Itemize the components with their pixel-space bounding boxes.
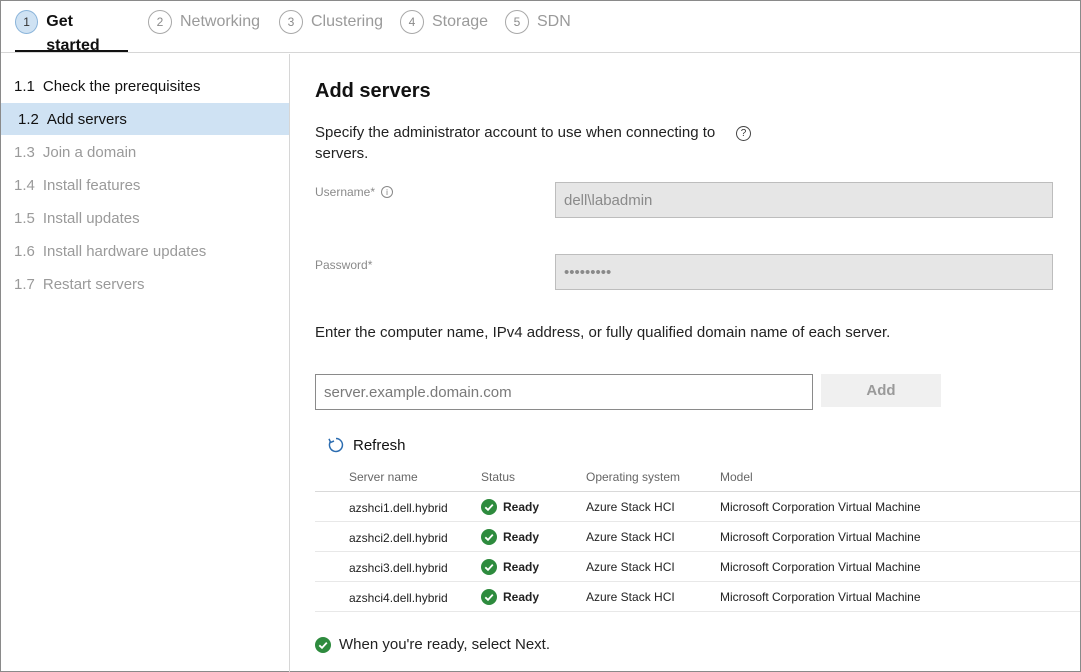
status-text: Ready — [503, 530, 540, 544]
model-cell: Microsoft Corporation Virtual Machine — [720, 530, 921, 544]
page-title: Add servers — [315, 80, 431, 102]
step-number: 4 — [400, 10, 424, 34]
username-label-text: Username — [315, 185, 371, 199]
column-header-server-name[interactable]: Server name — [349, 462, 418, 492]
password-field[interactable] — [555, 254, 1053, 290]
server-instruction: Enter the computer name, IPv4 address, o… — [315, 324, 891, 341]
step-number: 2 — [148, 10, 172, 34]
refresh-icon — [328, 437, 344, 453]
page-description: Specify the administrator account to use… — [315, 124, 716, 162]
step-label: Storage — [432, 13, 489, 30]
sidebar-item-label: Restart servers — [42, 275, 145, 293]
server-name-cell: azshci4.dell.hybrid — [349, 591, 448, 605]
table-row[interactable]: azshci2.dell.hybrid Ready Azure Stack HC… — [315, 522, 1080, 552]
step-label: SDN — [537, 13, 571, 30]
server-name-input[interactable] — [315, 374, 813, 410]
table-header: Server name Status Operating system Mode… — [315, 462, 1080, 492]
check-circle-icon — [481, 529, 497, 545]
column-header-model[interactable]: Model — [720, 462, 753, 492]
sidebar-item-add-servers[interactable]: 1.2 Add servers — [1, 103, 289, 135]
sidebar-item-label: Join a domain — [42, 143, 137, 161]
column-header-operating-system[interactable]: Operating system — [586, 462, 680, 492]
step-get-started[interactable]: 1 Get started — [15, 10, 128, 54]
sidebar-item-label: Add servers — [46, 110, 127, 128]
step-clustering[interactable]: 3 Clustering — [279, 10, 383, 52]
sidebar-item-label: Install updates — [42, 209, 140, 227]
status-cell: Ready — [481, 522, 539, 552]
ready-message-text: When you're ready, select Next. — [339, 636, 551, 653]
sidebar-item-number: 1.1 — [14, 77, 35, 95]
status-cell: Ready — [481, 552, 539, 582]
os-cell: Azure Stack HCI — [586, 530, 675, 544]
password-label: Password* — [315, 258, 372, 272]
table-row[interactable]: azshci3.dell.hybrid Ready Azure Stack HC… — [315, 552, 1080, 582]
status-text: Ready — [503, 500, 540, 514]
step-storage[interactable]: 4 Storage — [400, 10, 488, 52]
table-row[interactable]: azshci1.dell.hybrid Ready Azure Stack HC… — [315, 492, 1080, 522]
os-cell: Azure Stack HCI — [586, 560, 675, 574]
server-name-cell: azshci1.dell.hybrid — [349, 501, 448, 515]
status-text: Ready — [503, 590, 540, 604]
main-content: Add servers Specify the administrator ac… — [291, 54, 1080, 672]
sidebar-item-install-hardware-updates[interactable]: 1.6 Install hardware updates — [1, 235, 289, 267]
required-mark: * — [370, 185, 376, 199]
sidebar-item-number: 1.3 — [14, 143, 35, 161]
step-label: Networking — [180, 13, 261, 30]
step-networking[interactable]: 2 Networking — [148, 10, 260, 52]
server-name-cell: azshci2.dell.hybrid — [349, 531, 448, 545]
check-circle-icon — [481, 589, 497, 605]
os-cell: Azure Stack HCI — [586, 500, 675, 514]
model-cell: Microsoft Corporation Virtual Machine — [720, 590, 921, 604]
os-cell: Azure Stack HCI — [586, 590, 675, 604]
ready-message: When you're ready, select Next. — [315, 636, 550, 653]
sidebar-item-check-prerequisites[interactable]: 1.1 Check the prerequisites — [1, 70, 289, 102]
info-circle-icon[interactable]: i — [381, 186, 394, 198]
sidebar-item-number: 1.5 — [14, 209, 35, 227]
check-circle-icon — [481, 559, 497, 575]
question-circle-icon[interactable]: ? — [736, 126, 751, 141]
sidebar-item-label: Install hardware updates — [42, 242, 207, 260]
server-name-cell: azshci3.dell.hybrid — [349, 561, 448, 575]
active-step-underline — [15, 50, 128, 52]
sidebar-item-install-updates[interactable]: 1.5 Install updates — [1, 202, 289, 234]
sidebar-item-label: Check the prerequisites — [42, 77, 201, 95]
app-window: 1 Get started 2 Networking 3 Clustering … — [0, 0, 1081, 672]
status-cell: Ready — [481, 582, 539, 612]
check-circle-icon — [315, 636, 331, 653]
refresh-label: Refresh — [353, 436, 406, 454]
username-label: Username* i — [315, 185, 394, 199]
status-text: Ready — [503, 560, 540, 574]
wizard-stepper: 1 Get started 2 Networking 3 Clustering … — [1, 1, 1080, 54]
step-label: Clustering — [311, 13, 384, 30]
step-number: 3 — [279, 10, 303, 34]
sidebar-item-number: 1.4 — [14, 176, 35, 194]
sidebar-nav: 1.1 Check the prerequisites 1.2 Add serv… — [1, 54, 290, 672]
step-sdn[interactable]: 5 SDN — [505, 10, 571, 52]
servers-table: Server name Status Operating system Mode… — [315, 462, 1080, 612]
password-label-text: Password — [315, 258, 368, 272]
step-number: 1 — [15, 10, 39, 34]
check-circle-icon — [481, 499, 497, 515]
sidebar-item-number: 1.6 — [14, 242, 35, 260]
sidebar-item-join-domain[interactable]: 1.3 Join a domain — [1, 136, 289, 168]
sidebar-item-label: Install features — [42, 176, 141, 194]
model-cell: Microsoft Corporation Virtual Machine — [720, 500, 921, 514]
sidebar-item-number: 1.7 — [14, 275, 35, 293]
sidebar-item-number: 1.2 — [18, 110, 39, 128]
required-mark: * — [367, 258, 373, 272]
step-number: 5 — [505, 10, 529, 34]
model-cell: Microsoft Corporation Virtual Machine — [720, 560, 921, 574]
refresh-button[interactable]: Refresh — [327, 436, 406, 454]
status-cell: Ready — [481, 492, 539, 522]
username-field[interactable] — [555, 182, 1053, 218]
sidebar-item-restart-servers[interactable]: 1.7 Restart servers — [1, 268, 289, 300]
add-server-button[interactable]: Add — [821, 374, 941, 407]
table-row[interactable]: azshci4.dell.hybrid Ready Azure Stack HC… — [315, 582, 1080, 612]
sidebar-item-install-features[interactable]: 1.4 Install features — [1, 169, 289, 201]
column-header-status[interactable]: Status — [481, 462, 515, 492]
